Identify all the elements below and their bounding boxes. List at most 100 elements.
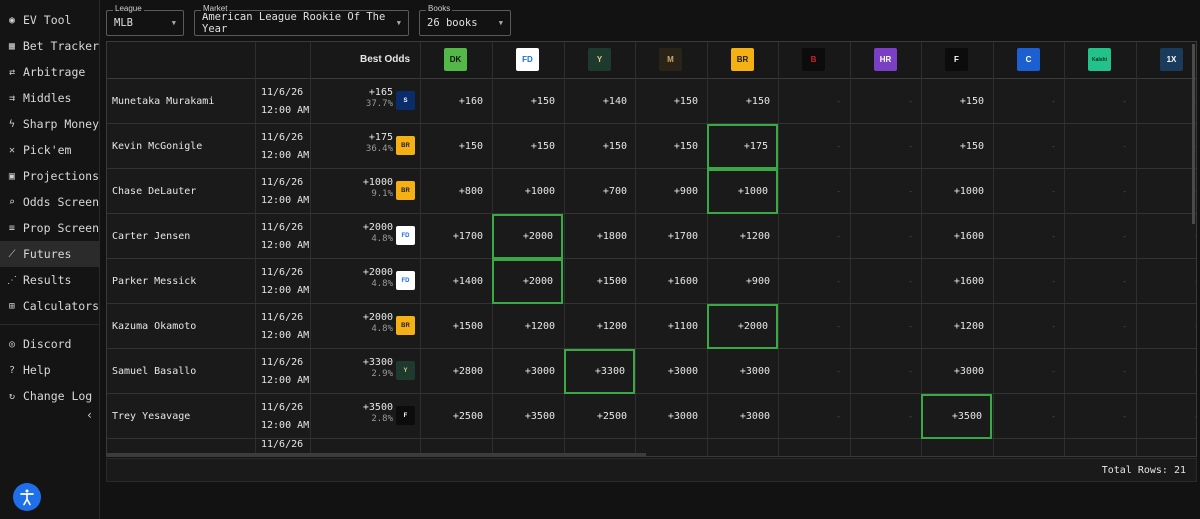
draftkings-logo-icon[interactable]: DK (444, 48, 467, 71)
odds-cell-hard-rock[interactable]: - (850, 259, 921, 304)
odds-cell-kalshi[interactable]: - (1064, 79, 1135, 124)
odds-cell-bally-bet[interactable]: - (778, 124, 849, 169)
odds-cell-betrivers[interactable]: +900 (707, 259, 778, 304)
hardrock-logo-icon[interactable]: HR (874, 48, 897, 71)
odds-cell-betmgm[interactable]: +1600 (635, 259, 706, 304)
odds-cell-fanatics[interactable]: +1000 (921, 169, 992, 214)
odds-cell-bally-bet[interactable]: - (778, 259, 849, 304)
odds-cell-kalshi[interactable]: - (1064, 394, 1135, 439)
odds-cell-hard-rock[interactable]: - (850, 124, 921, 169)
odds-cell-betmgm[interactable]: +1100 (635, 304, 706, 349)
sidebar-item-results[interactable]: ⋰ Results (0, 267, 99, 293)
odds-cell-fanduel[interactable]: +3000 (492, 349, 563, 394)
sidebar-item-bet-tracker[interactable]: ▦ Bet Tracker (0, 33, 99, 59)
odds-cell-draftkings[interactable]: +150 (420, 124, 491, 169)
odds-cell-bally-bet[interactable]: - (778, 394, 849, 439)
odds-cell-fanatics[interactable]: +1600 (921, 259, 992, 304)
odds-cell-fanduel[interactable]: +1000 (492, 169, 563, 214)
odds-cell-1xbet[interactable]: - (1136, 214, 1196, 259)
odds-cell-kalshi[interactable]: - (1064, 124, 1135, 169)
odds-cell-betmgm[interactable]: +900 (635, 169, 706, 214)
odds-cell-1xbet[interactable]: - (1136, 304, 1196, 349)
odds-cell-draftkings[interactable]: +1400 (420, 259, 491, 304)
odds-cell-betrivers[interactable]: +175 (707, 124, 778, 169)
best-odds-value[interactable]: +165 (369, 87, 393, 98)
odds-cell-betrivers[interactable]: +1000 (707, 169, 778, 214)
betmgm-logo-icon[interactable]: M (659, 48, 682, 71)
odds-cell-bally-bet[interactable]: - (778, 349, 849, 394)
odds-cell-betmgm[interactable]: +3000 (635, 394, 706, 439)
market-select[interactable]: Market American League Rookie Of The Yea… (194, 4, 409, 36)
odds-cell-fanduel[interactable]: +2000 (492, 259, 563, 304)
odds-cell-betmgm[interactable]: +3000 (635, 349, 706, 394)
sidebar-item-change-log[interactable]: ↻ Change Log (0, 383, 99, 409)
odds-cell-circa[interactable]: +1500 (564, 259, 635, 304)
sidebar-item-prop-screen[interactable]: ≡ Prop Screen (0, 215, 99, 241)
sidebar-item-ev-tool[interactable]: ◉ EV Tool (0, 7, 99, 33)
sidebar-item-middles[interactable]: ⇉ Middles (0, 85, 99, 111)
odds-cell-fanatics[interactable]: +1200 (921, 304, 992, 349)
odds-cell-betmgm[interactable]: +150 (635, 124, 706, 169)
odds-cell-betrivers[interactable]: +150 (707, 79, 778, 124)
odds-cell-betmgm[interactable]: +150 (635, 79, 706, 124)
vertical-scrollbar[interactable] (1192, 44, 1195, 224)
sidebar-item-calculators[interactable]: ⊞ Calculators (0, 293, 99, 319)
odds-cell-draftkings[interactable]: +160 (420, 79, 491, 124)
best-odds-value[interactable]: +3300 (363, 357, 393, 368)
horizontal-scrollbar[interactable] (106, 453, 646, 457)
odds-cell-fanduel[interactable]: +1200 (492, 304, 563, 349)
odds-cell-bally-bet[interactable]: - (778, 79, 849, 124)
circa-logo-icon[interactable]: Y (588, 48, 611, 71)
odds-cell-caesars[interactable]: - (993, 169, 1064, 214)
odds-cell-bally-bet[interactable]: - (778, 304, 849, 349)
odds-cell-hard-rock[interactable]: - (850, 349, 921, 394)
odds-cell-fanatics[interactable]: +1600 (921, 214, 992, 259)
sidebar-item-sharp-money[interactable]: ϟ Sharp Money (0, 111, 99, 137)
odds-cell-1xbet[interactable]: - (1136, 169, 1196, 214)
odds-cell-betrivers[interactable]: +3000 (707, 349, 778, 394)
odds-cell-kalshi[interactable]: - (1064, 259, 1135, 304)
caesars-logo-icon[interactable]: C (1017, 48, 1040, 71)
odds-cell-bally-bet[interactable]: - (778, 169, 849, 214)
fanduel-logo-icon[interactable]: FD (516, 48, 539, 71)
sidebar-item-futures[interactable]: ⟋ Futures (0, 241, 99, 267)
odds-cell-caesars[interactable]: - (993, 304, 1064, 349)
odds-cell-hard-rock[interactable]: - (850, 394, 921, 439)
odds-cell-kalshi[interactable]: - (1064, 169, 1135, 214)
odds-cell-betmgm[interactable]: +1700 (635, 214, 706, 259)
odds-cell-hard-rock[interactable]: - (850, 79, 921, 124)
odds-cell-fanatics[interactable]: +3000 (921, 349, 992, 394)
ballybet-logo-icon[interactable]: B (802, 48, 825, 71)
odds-cell-1xbet[interactable]: - (1136, 349, 1196, 394)
odds-cell-kalshi[interactable]: - (1064, 349, 1135, 394)
best-odds-value[interactable]: +2000 (363, 267, 393, 278)
odds-cell-caesars[interactable]: - (993, 259, 1064, 304)
betrivers-logo-icon[interactable]: BR (731, 48, 754, 71)
best-odds-value[interactable]: +175 (369, 132, 393, 143)
odds-cell-draftkings[interactable]: +2800 (420, 349, 491, 394)
sidebar-item-arbitrage[interactable]: ⇄ Arbitrage (0, 59, 99, 85)
odds-cell-draftkings[interactable]: +1700 (420, 214, 491, 259)
best-odds-value[interactable]: +1000 (363, 177, 393, 188)
odds-cell-hard-rock[interactable]: - (850, 304, 921, 349)
odds-cell-circa[interactable]: +3300 (564, 349, 635, 394)
odds-cell-1xbet[interactable]: - (1136, 124, 1196, 169)
accessibility-button[interactable] (13, 483, 41, 511)
odds-cell-caesars[interactable]: - (993, 394, 1064, 439)
odds-cell-circa[interactable]: +1200 (564, 304, 635, 349)
odds-cell-fanatics[interactable]: +150 (921, 79, 992, 124)
best-odds-value[interactable]: +2000 (363, 312, 393, 323)
best-odds-value[interactable]: +2000 (363, 222, 393, 233)
odds-cell-betrivers[interactable]: +3000 (707, 394, 778, 439)
odds-cell-hard-rock[interactable]: - (850, 214, 921, 259)
odds-cell-fanduel[interactable]: +150 (492, 79, 563, 124)
sidebar-item-projections[interactable]: ▣ Projections (0, 163, 99, 189)
odds-cell-1xbet[interactable]: - (1136, 259, 1196, 304)
odds-cell-kalshi[interactable]: - (1064, 304, 1135, 349)
fanatics-logo-icon[interactable]: F (945, 48, 968, 71)
odds-cell-fanduel[interactable]: +3500 (492, 394, 563, 439)
odds-cell-fanduel[interactable]: +2000 (492, 214, 563, 259)
odds-cell-caesars[interactable]: - (993, 124, 1064, 169)
odds-cell-circa[interactable]: +700 (564, 169, 635, 214)
odds-cell-kalshi[interactable]: - (1064, 214, 1135, 259)
